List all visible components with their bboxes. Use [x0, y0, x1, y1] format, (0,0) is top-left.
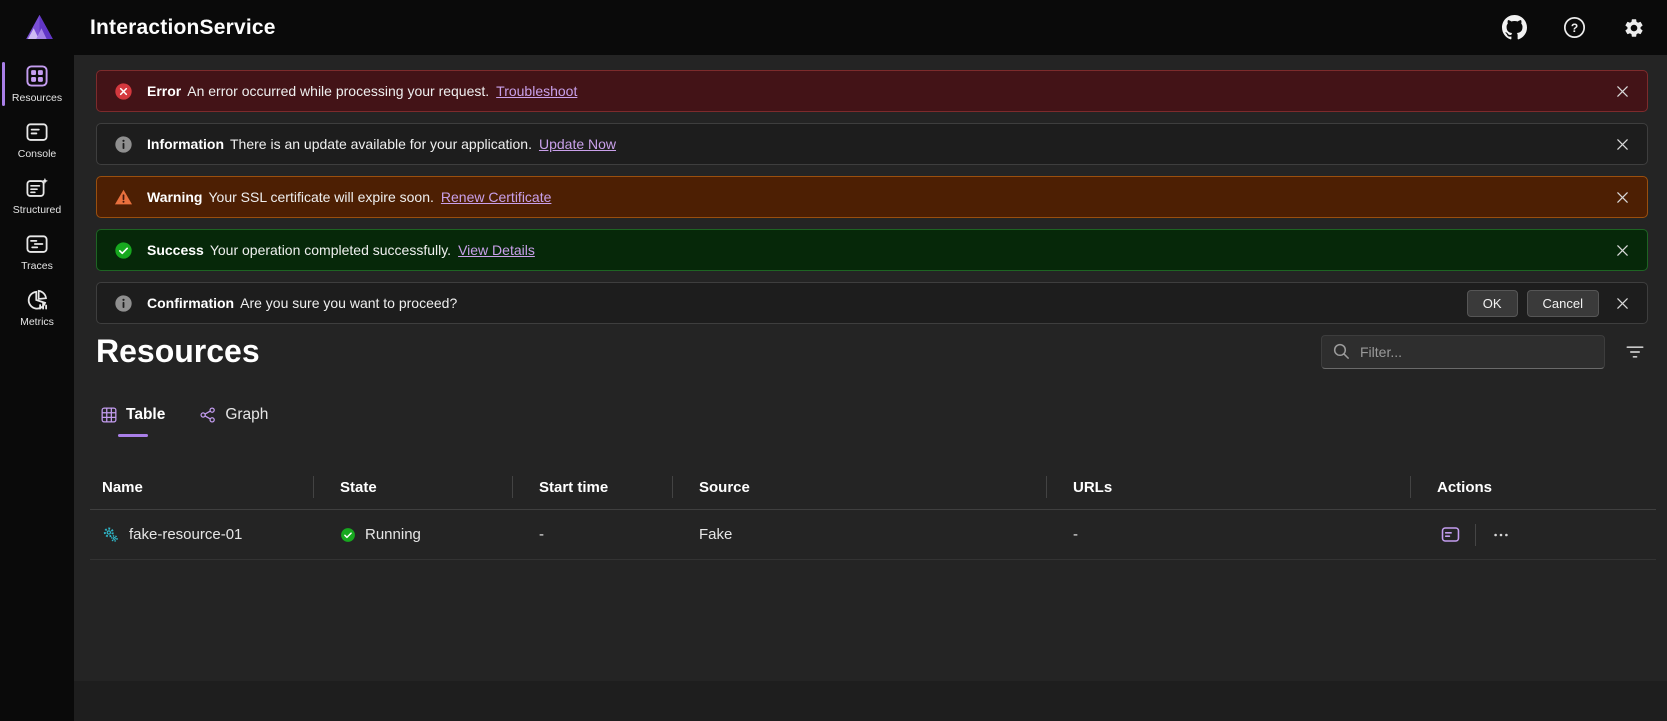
table-row[interactable]: fake-resource-01 Running - Fake -: [90, 510, 1656, 560]
resource-state-cell: Running: [313, 510, 512, 559]
svg-text:?: ?: [1570, 21, 1577, 35]
sidebar-item-structured[interactable]: Structured: [0, 169, 74, 223]
view-tabs: Table Graph: [96, 401, 272, 437]
table-grid-icon: [100, 406, 118, 424]
close-icon[interactable]: [1611, 239, 1633, 261]
ok-button[interactable]: OK: [1467, 290, 1518, 317]
resource-state: Running: [365, 526, 421, 543]
sidebar-item-label: Console: [18, 148, 57, 160]
resource-urls-cell: -: [1046, 510, 1410, 559]
app-title: InteractionService: [90, 0, 276, 55]
running-check-icon: [340, 527, 356, 543]
actions-divider: [1475, 524, 1476, 546]
banner-title: Information: [147, 136, 224, 152]
search-icon: [1332, 342, 1351, 361]
help-icon[interactable]: ?: [1561, 15, 1587, 41]
sidebar-item-traces[interactable]: Traces: [0, 225, 74, 279]
banner-link[interactable]: Renew Certificate: [441, 189, 552, 205]
sidebar: Resources Console Structured: [0, 55, 74, 721]
sidebar-item-console[interactable]: Console: [0, 113, 74, 167]
banner-title: Warning: [147, 189, 202, 205]
graph-icon: [199, 406, 217, 424]
banner-title: Success: [147, 242, 204, 258]
warning-triangle-icon: [114, 188, 133, 207]
column-header-source: Source: [672, 465, 1046, 509]
banner-message: Your operation completed successfully.: [210, 242, 451, 258]
info-circle-icon: [114, 294, 133, 313]
resource-name: fake-resource-01: [129, 526, 242, 543]
tab-table[interactable]: Table: [96, 401, 169, 437]
banner-message: An error occurred while processing your …: [187, 83, 489, 99]
filter-input[interactable]: [1321, 335, 1605, 369]
banner-warning: Warning Your SSL certificate will expire…: [96, 176, 1648, 218]
page-header: Resources: [96, 333, 1648, 370]
column-header-state: State: [313, 465, 512, 509]
sidebar-item-metrics[interactable]: Metrics: [0, 281, 74, 335]
filter-searchbox: [1321, 335, 1605, 369]
banner-link[interactable]: Troubleshoot: [496, 83, 577, 99]
app-window: InteractionService ?: [0, 0, 1667, 721]
close-icon[interactable]: [1611, 80, 1633, 102]
topbar-actions: ?: [1501, 0, 1647, 55]
settings-gear-icon[interactable]: [1621, 15, 1647, 41]
tab-label: Graph: [225, 406, 268, 424]
banner-message: Your SSL certificate will expire soon.: [208, 189, 433, 205]
ellipsis-icon[interactable]: [1488, 523, 1514, 547]
resources-table: Name State Start time Source URLs Action…: [90, 465, 1656, 560]
close-icon[interactable]: [1611, 292, 1633, 314]
console-logs-icon[interactable]: [1437, 523, 1463, 547]
banner-message: There is an update available for your ap…: [230, 136, 532, 152]
structured-logs-icon: [25, 176, 49, 200]
resources-grid-icon: [25, 64, 49, 88]
cancel-button[interactable]: Cancel: [1527, 290, 1599, 317]
resource-name-cell: fake-resource-01: [90, 510, 313, 559]
resource-start-time-cell: -: [512, 510, 672, 559]
sidebar-item-label: Metrics: [20, 316, 54, 328]
column-header-urls: URLs: [1046, 465, 1410, 509]
close-icon[interactable]: [1611, 133, 1633, 155]
banner-link[interactable]: View Details: [458, 242, 535, 258]
filter-funnel-icon[interactable]: [1622, 339, 1648, 365]
banner-link[interactable]: Update Now: [539, 136, 616, 152]
banner-message: Are you sure you want to proceed?: [240, 295, 457, 311]
tab-label: Table: [126, 406, 165, 424]
table-header-row: Name State Start time Source URLs Action…: [90, 465, 1656, 510]
filter-area: [1321, 335, 1648, 369]
resource-actions-cell: [1410, 510, 1656, 559]
page-title: Resources: [96, 333, 260, 370]
column-header-start-time: Start time: [512, 465, 672, 509]
banner-success: Success Your operation completed success…: [96, 229, 1648, 271]
gears-icon: [102, 526, 119, 543]
close-icon[interactable]: [1611, 186, 1633, 208]
message-banners: Error An error occurred while processing…: [96, 70, 1648, 324]
banner-information: Information There is an update available…: [96, 123, 1648, 165]
aspire-logo-icon: [25, 13, 54, 42]
banner-title: Confirmation: [147, 295, 234, 311]
column-header-name: Name: [90, 465, 313, 509]
error-circle-icon: [114, 82, 133, 101]
info-circle-icon: [114, 135, 133, 154]
success-circle-icon: [114, 241, 133, 260]
sidebar-item-resources[interactable]: Resources: [0, 57, 74, 111]
sidebar-item-label: Structured: [13, 204, 61, 216]
github-icon[interactable]: [1501, 15, 1527, 41]
resource-source-cell: Fake: [672, 510, 1046, 559]
tab-graph[interactable]: Graph: [195, 401, 272, 437]
column-header-actions: Actions: [1410, 465, 1656, 509]
top-bar: InteractionService ?: [0, 0, 1667, 55]
sidebar-item-label: Resources: [12, 92, 62, 104]
metrics-icon: [25, 288, 49, 312]
banner-error: Error An error occurred while processing…: [96, 70, 1648, 112]
sidebar-item-label: Traces: [21, 260, 53, 272]
console-icon: [25, 120, 49, 144]
banner-confirmation: Confirmation Are you sure you want to pr…: [96, 282, 1648, 324]
bottom-strip: [74, 681, 1667, 721]
banner-title: Error: [147, 83, 181, 99]
traces-icon: [25, 232, 49, 256]
